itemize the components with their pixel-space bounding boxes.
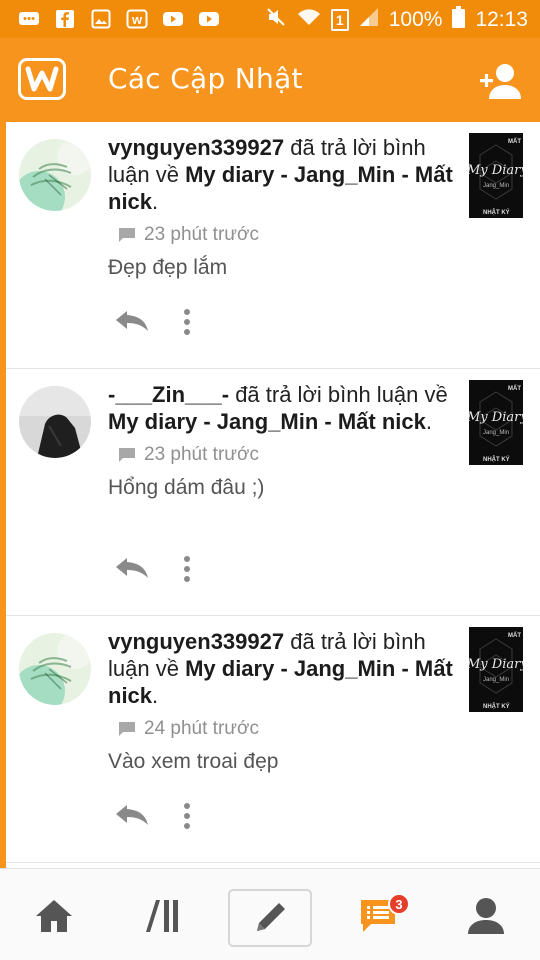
signal-icon xyxy=(359,7,379,33)
feed-item[interactable]: vynguyen339927 đã trả lời bình luận về M… xyxy=(6,616,540,863)
comment-icon xyxy=(119,722,135,736)
story-link[interactable]: My diary - Jang_Min - Mất nick xyxy=(108,409,426,434)
cover-title: My Diary xyxy=(469,410,523,425)
avatar[interactable] xyxy=(19,386,91,458)
reply-button[interactable] xyxy=(113,801,151,829)
clock: 12:13 xyxy=(475,8,528,31)
more-options-button[interactable] xyxy=(183,556,191,582)
cover-bottom-text: NHẬT KÝ xyxy=(483,210,510,216)
cover-author: Jang_Min xyxy=(482,677,509,683)
username-link[interactable]: vynguyen339927 xyxy=(108,629,284,654)
wattpad-logo-icon[interactable] xyxy=(18,58,66,100)
write-icon xyxy=(257,903,285,931)
avatar[interactable] xyxy=(19,633,91,705)
cover-top-text: MẤT xyxy=(508,139,521,145)
facebook-icon xyxy=(54,8,76,30)
page-title: Các Cập Nhật xyxy=(108,62,303,95)
cover-author: Jang_Min xyxy=(482,183,509,189)
chat-bubble-icon xyxy=(18,8,40,30)
youtube-icon xyxy=(162,8,184,30)
timestamp: 24 phút trước xyxy=(118,718,456,740)
cover-author: Jang_Min xyxy=(482,430,509,436)
more-vert-icon xyxy=(184,556,190,582)
sim-icon: 1 xyxy=(330,9,349,31)
nav-home[interactable] xyxy=(29,891,79,941)
comment-text: Hổng dám đâu ;) xyxy=(108,476,265,499)
comment-icon xyxy=(119,228,135,242)
cover-title: My Diary xyxy=(469,163,523,178)
more-options-button[interactable] xyxy=(183,309,191,335)
mute-icon xyxy=(265,6,287,34)
feed-item[interactable]: -___Zin___- đã trả lời bình luận về My d… xyxy=(6,369,540,616)
svg-text:w: w xyxy=(131,12,143,27)
notification-text: -___Zin___- đã trả lời bình luận về My d… xyxy=(108,382,448,434)
more-options-button[interactable] xyxy=(183,803,191,829)
app-header: Các Cập Nhật xyxy=(0,38,540,122)
wifi-icon xyxy=(297,7,321,33)
cover-bottom-text: NHẬT KÝ xyxy=(483,457,510,463)
reply-icon xyxy=(116,805,148,825)
comment-icon xyxy=(119,448,135,462)
battery-icon xyxy=(452,6,466,34)
more-vert-icon xyxy=(184,803,190,829)
notification-text: vynguyen339927 đã trả lời bình luận về M… xyxy=(108,135,453,214)
nav-profile[interactable] xyxy=(461,891,511,941)
wattpad-icon: w xyxy=(126,8,148,30)
profile-icon xyxy=(468,898,504,934)
cover-title: My Diary xyxy=(469,657,523,672)
story-cover[interactable]: MẤT My Diary Jang_Min NHẬT KÝ xyxy=(469,133,523,218)
reply-button[interactable] xyxy=(113,554,151,582)
comment-text: Vào xem troai đẹp xyxy=(108,750,279,773)
updates-feed[interactable]: vynguyen339927 đã trả lời bình luận về M… xyxy=(0,122,540,868)
action-text: đã trả lời bình luận về xyxy=(235,382,448,407)
time-ago: 23 phút trước xyxy=(144,444,259,465)
notification-text: vynguyen339927 đã trả lời bình luận về M… xyxy=(108,629,453,708)
gallery-icon xyxy=(90,8,112,30)
cover-bottom-text: NHẬT KÝ xyxy=(483,704,510,710)
username-link[interactable]: vynguyen339927 xyxy=(108,135,284,160)
timestamp: 23 phút trước xyxy=(118,224,456,246)
comment-text: Đẹp đẹp lắm xyxy=(108,256,228,279)
status-bar: w 1 100% 12:13 xyxy=(0,0,540,38)
add-user-icon xyxy=(480,64,521,99)
nav-write[interactable] xyxy=(228,889,312,947)
library-icon xyxy=(146,900,178,932)
more-vert-icon xyxy=(184,309,190,335)
reply-button[interactable] xyxy=(113,307,151,335)
time-ago: 24 phút trước xyxy=(144,718,259,739)
username-link[interactable]: -___Zin___- xyxy=(108,382,229,407)
bottom-navigation: 3 xyxy=(0,868,540,960)
notification-badge: 3 xyxy=(388,893,410,915)
cover-top-text: MẤT xyxy=(508,633,521,639)
sim-label: 1 xyxy=(335,12,344,28)
youtube-icon xyxy=(198,8,220,30)
home-icon xyxy=(36,900,72,932)
cover-top-text: MẤT xyxy=(508,386,521,392)
reply-icon xyxy=(116,558,148,578)
avatar[interactable] xyxy=(19,139,91,211)
nav-library[interactable] xyxy=(137,891,187,941)
story-cover[interactable]: MẤT My Diary Jang_Min NHẬT KÝ xyxy=(469,380,523,465)
story-cover[interactable]: MẤT My Diary Jang_Min NHẬT KÝ xyxy=(469,627,523,712)
time-ago: 23 phút trước xyxy=(144,224,259,245)
reply-icon xyxy=(116,311,148,331)
battery-percent: 100% xyxy=(388,8,443,31)
add-user-button[interactable] xyxy=(478,62,524,100)
feed-item[interactable]: vynguyen339927 đã trả lời bình luận về M… xyxy=(6,122,540,369)
timestamp: 23 phút trước xyxy=(118,444,456,466)
